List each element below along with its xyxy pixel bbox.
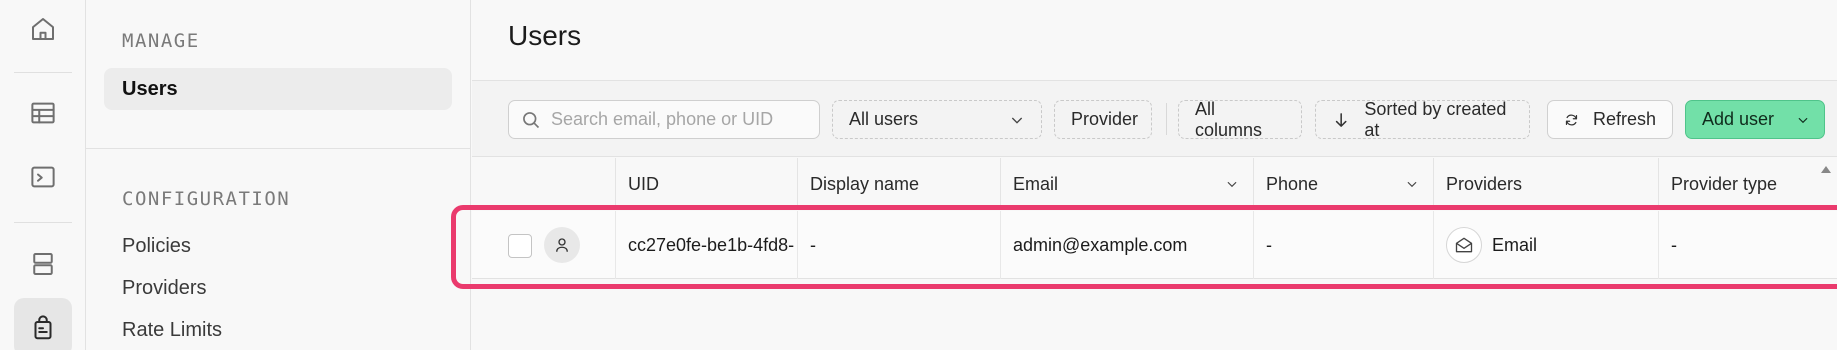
refresh-icon	[1565, 114, 1578, 125]
sidebar-item-users[interactable]: Users	[104, 68, 452, 110]
sort-label: Sorted by created at	[1364, 98, 1507, 140]
refresh-label: Refresh	[1592, 109, 1656, 129]
search-icon	[523, 112, 540, 129]
cell-providers: Email	[1433, 211, 1658, 279]
column-label: Providers	[1446, 173, 1523, 194]
search-input[interactable]: Search email, phone or UID	[508, 100, 820, 139]
provider-filter-button[interactable]: Provider	[1054, 100, 1152, 139]
provider-label: Email	[1492, 234, 1538, 255]
cell-provider-type: -	[1658, 211, 1837, 279]
cell-email: admin@example.com	[1000, 211, 1253, 279]
configuration-section-title: CONFIGURATION	[122, 188, 291, 210]
sidebar-item-providers[interactable]: Providers	[104, 267, 452, 309]
rail-divider	[14, 72, 72, 73]
users-table-header: UID Display name Email Phone Providers P…	[472, 158, 1837, 210]
arrow-down-icon	[1335, 112, 1347, 127]
column-header-uid[interactable]: UID	[615, 158, 797, 210]
user-icon	[556, 238, 568, 252]
mail-icon	[1446, 227, 1482, 263]
all-columns-button[interactable]: All columns	[1178, 98, 1302, 140]
sidebar-item-rate-limits[interactable]: Rate Limits	[104, 309, 452, 350]
column-header-provider-type[interactable]: Provider type	[1658, 158, 1837, 210]
column-label: Provider type	[1671, 173, 1778, 194]
column-label: Display name	[810, 173, 920, 194]
add-user-button[interactable]: Add user	[1685, 100, 1825, 139]
sql-editor-nav-button[interactable]	[14, 148, 72, 206]
cell-display-name: -	[797, 211, 1000, 279]
avatar	[544, 227, 580, 263]
all-columns-label: All columns	[1195, 98, 1263, 140]
authentication-nav-button[interactable]	[14, 298, 72, 350]
users-toolbar: Search email, phone or UID All users Pro…	[472, 81, 1837, 157]
home-icon	[32, 18, 54, 40]
column-label: Email	[1013, 173, 1059, 194]
toolbar-divider	[1166, 103, 1167, 135]
chevron-down-icon	[1011, 117, 1023, 124]
column-header-email[interactable]: Email	[1000, 158, 1253, 210]
column-header-display-name[interactable]: Display name	[797, 158, 1000, 210]
cell-phone: -	[1253, 211, 1433, 279]
add-user-label: Add user	[1702, 109, 1775, 129]
chevron-down-icon[interactable]	[1405, 177, 1419, 191]
sidebar-item-policies[interactable]: Policies	[104, 225, 452, 267]
home-nav-button[interactable]	[14, 0, 72, 58]
main-content: Users Search email, phone or UID All use…	[472, 0, 1837, 350]
auth-icon	[34, 315, 52, 340]
database-icon	[33, 253, 53, 275]
database-nav-button[interactable]	[14, 235, 72, 293]
provider-filter-label: Provider	[1071, 109, 1139, 129]
sidebar-item-label: Users	[122, 77, 178, 100]
table-row[interactable]: cc27e0fe-be1b-4fd8- - admin@example.com …	[472, 211, 1837, 279]
row-select-checkbox[interactable]	[508, 234, 532, 258]
refresh-button[interactable]: Refresh	[1547, 100, 1673, 139]
table-editor-nav-button[interactable]	[14, 84, 72, 142]
user-filter-select[interactable]: All users	[832, 100, 1042, 139]
icon-rail	[0, 0, 86, 350]
column-header-phone[interactable]: Phone	[1253, 158, 1433, 210]
user-filter-value: All users	[849, 109, 919, 129]
sidebar-item-label: Providers	[122, 276, 207, 299]
column-label: UID	[628, 173, 659, 194]
column-label: Phone	[1266, 173, 1319, 194]
sort-button[interactable]: Sorted by created at	[1315, 98, 1530, 140]
column-header-providers[interactable]: Providers	[1433, 158, 1658, 210]
search-placeholder: Search email, phone or UID	[551, 109, 774, 129]
table-editor-icon	[31, 102, 55, 124]
rail-divider	[14, 222, 72, 223]
scroll-up-arrow-icon[interactable]	[1821, 166, 1831, 173]
page-title: Users	[508, 20, 582, 51]
chevron-down-icon[interactable]	[1225, 177, 1239, 191]
manage-section-title: MANAGE	[122, 30, 200, 52]
auth-sidebar: MANAGE Users CONFIGURATION Policies Prov…	[86, 0, 471, 350]
sidebar-item-label: Policies	[122, 234, 191, 257]
cell-uid: cc27e0fe-be1b-4fd8-	[615, 211, 797, 279]
sidebar-divider	[86, 148, 471, 149]
sidebar-item-label: Rate Limits	[122, 318, 223, 341]
chevron-down-icon	[1798, 117, 1808, 124]
sql-editor-icon	[31, 166, 55, 188]
